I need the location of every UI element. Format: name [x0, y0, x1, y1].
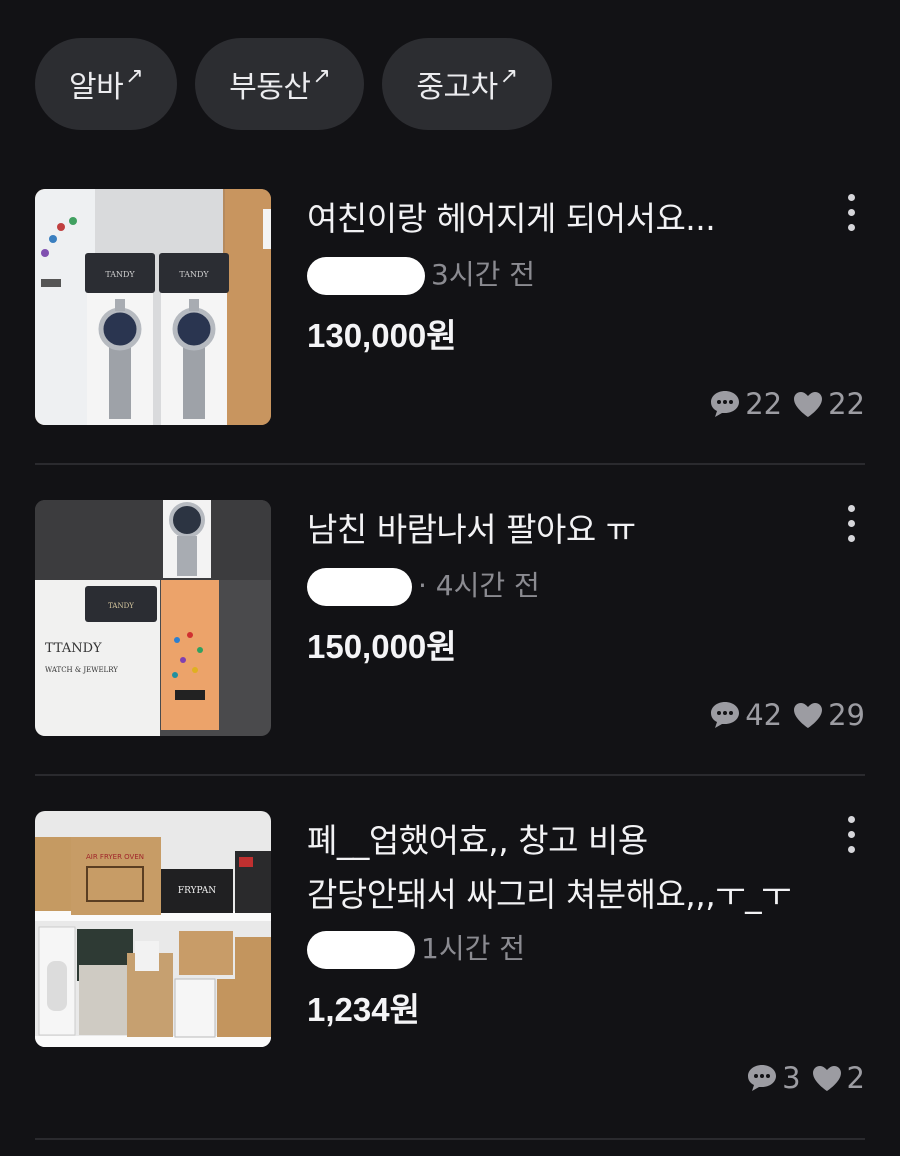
item-stats: 3 2 — [746, 1061, 865, 1095]
svg-text:TANDY: TANDY — [105, 270, 135, 279]
item-thumbnail[interactable]: TANDY TANDY — [35, 189, 271, 425]
chip-label: 부동산 — [229, 70, 311, 105]
item-stats: 42 29 — [709, 698, 865, 732]
item-price: 150,000원 — [307, 628, 457, 665]
heart-icon — [794, 392, 823, 417]
like-count: 29 — [828, 698, 865, 732]
watch-photo: TTANDY WATCH & JEWELRY TANDY — [35, 500, 271, 736]
posted-time: · 4시간 전 — [418, 569, 540, 602]
item-stats: 22 22 — [709, 387, 865, 421]
warehouse-photo: AIR FRYER OVEN FRYPAN — [35, 811, 271, 1047]
item-meta: 3시간 전 — [307, 253, 535, 295]
list-item[interactable]: AIR FRYER OVEN FRYPAN 폐__업했어효,, 창고 비용 감당… — [35, 811, 865, 1111]
divider — [35, 1138, 865, 1140]
divider — [35, 463, 865, 465]
posted-time: 3시간 전 — [431, 258, 535, 291]
watch-photo: TANDY TANDY — [35, 189, 271, 425]
item-title[interactable]: 폐__업했어효,, 창고 비용 감당안돼서 싸그리 쳐분해요,,,ㅜ_ㅜ — [307, 814, 827, 922]
title-line: 폐__업했어효,, 창고 비용 — [307, 821, 648, 860]
external-arrow-icon: ↗ — [312, 63, 331, 89]
chat-bubble-icon — [748, 1065, 777, 1091]
external-arrow-icon: ↗ — [125, 63, 144, 89]
item-price: 130,000원 — [307, 317, 457, 354]
chip-part-time[interactable]: 알바 ↗ — [35, 38, 178, 130]
box-label: FRYPAN — [178, 886, 216, 896]
like-count: 22 — [828, 387, 865, 421]
chip-used-car[interactable]: 중고차 ↗ — [382, 38, 552, 130]
item-title[interactable]: 여친이랑 헤어지게 되어서요... — [307, 192, 827, 246]
divider — [35, 774, 865, 776]
redacted-seller — [307, 931, 415, 969]
title-line: 남친 바람나서 팔아요 ㅠ — [307, 510, 636, 549]
category-chips: 알바 ↗ 부동산 ↗ 중고차 ↗ — [35, 38, 552, 130]
item-title[interactable]: 남친 바람나서 팔아요 ㅠ — [307, 503, 827, 557]
bag-sub-text: WATCH & JEWELRY — [45, 666, 118, 674]
chip-label: 알바 — [69, 70, 124, 105]
like-count: 2 — [846, 1061, 865, 1095]
svg-text:TANDY: TANDY — [179, 270, 209, 279]
item-thumbnail[interactable]: AIR FRYER OVEN FRYPAN — [35, 811, 271, 1047]
item-meta: · 4시간 전 — [307, 564, 540, 606]
list-item[interactable]: TANDY TANDY 여친이랑 헤어지게 되어서요... 3시간 전 130,… — [35, 189, 865, 429]
more-vertical-icon[interactable] — [839, 816, 863, 861]
bag-brand-text: TTANDY — [45, 641, 102, 656]
more-vertical-icon[interactable] — [839, 194, 863, 239]
heart-icon — [812, 1066, 841, 1091]
comment-count: 3 — [782, 1061, 801, 1095]
item-thumbnail[interactable]: TTANDY WATCH & JEWELRY TANDY — [35, 500, 271, 736]
box-label: AIR FRYER OVEN — [86, 853, 144, 861]
title-line: 감당안돼서 싸그리 쳐분해요,,,ㅜ_ㅜ — [307, 875, 792, 914]
list-item[interactable]: TTANDY WATCH & JEWELRY TANDY 남친 바람나서 팔아요… — [35, 500, 865, 740]
external-arrow-icon: ↗ — [499, 63, 518, 89]
comment-count: 22 — [745, 387, 783, 421]
chip-label: 중고차 — [416, 70, 498, 105]
item-price: 1,234원 — [307, 991, 420, 1028]
chat-bubble-icon — [711, 391, 740, 417]
chip-real-estate[interactable]: 부동산 ↗ — [195, 38, 365, 130]
more-vertical-icon[interactable] — [839, 505, 863, 550]
heart-icon — [794, 703, 823, 728]
comment-count: 42 — [745, 698, 783, 732]
item-meta: 1시간 전 — [307, 927, 525, 969]
svg-text:TANDY: TANDY — [108, 602, 134, 610]
title-line: 여친이랑 헤어지게 되어서요... — [307, 199, 716, 238]
chat-bubble-icon — [711, 702, 740, 728]
redacted-seller — [307, 257, 425, 295]
posted-time: 1시간 전 — [421, 932, 525, 965]
redacted-seller — [307, 568, 412, 606]
